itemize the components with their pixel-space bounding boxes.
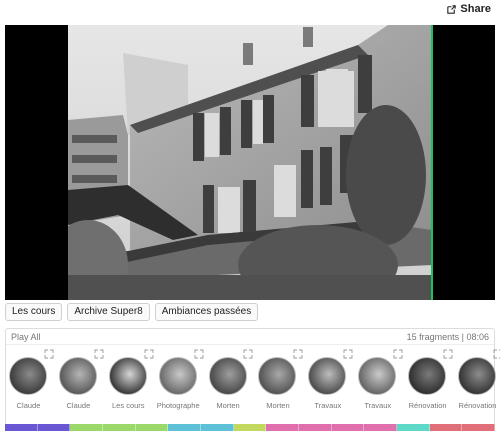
fragment-label: Rénovation — [408, 401, 447, 410]
expand-arrows-icon[interactable] — [493, 349, 500, 359]
timeline-segment[interactable] — [396, 424, 430, 431]
timeline-segment[interactable] — [298, 424, 332, 431]
expand-arrows-icon[interactable] — [144, 349, 154, 359]
video-frame-edge-marker — [431, 25, 433, 300]
fragment-playlist: Play All 15 fragments | 08:06 Claude Clau… — [5, 328, 500, 426]
fragment-item[interactable]: Photographe — [156, 345, 206, 417]
expand-arrows-icon[interactable] — [443, 349, 453, 359]
video-still-building — [68, 25, 432, 300]
share-label: Share — [460, 3, 491, 15]
fragment-label: Rénovation — [458, 401, 497, 410]
play-all-button[interactable]: Play All — [11, 332, 41, 342]
timeline-segment[interactable] — [135, 424, 169, 431]
fragment-label: Claude — [66, 401, 91, 410]
expand-arrows-icon[interactable] — [44, 349, 54, 359]
fragment-thumbnail — [158, 357, 197, 395]
fragment-thumbnail — [258, 357, 297, 395]
timeline-segment[interactable] — [5, 424, 38, 431]
fragment-thumbnail — [58, 357, 97, 395]
timeline-segment[interactable] — [233, 424, 267, 431]
timeline-segment[interactable] — [364, 424, 397, 431]
timeline-segment[interactable] — [168, 424, 201, 431]
fragment-thumbnail — [408, 357, 447, 395]
timeline-segment[interactable] — [429, 424, 463, 431]
timeline-segment[interactable] — [200, 424, 234, 431]
playlist-header: Play All 15 fragments | 08:06 — [6, 329, 494, 345]
fragment-thumbnail — [358, 357, 397, 395]
fragment-label: Travaux — [314, 401, 342, 410]
timeline-segment[interactable] — [37, 424, 71, 431]
fragment-item[interactable]: Rénovation — [455, 345, 500, 417]
video-player[interactable] — [5, 25, 495, 300]
playlist-summary: 15 fragments | 08:06 — [406, 331, 489, 342]
fragment-thumbnail — [108, 357, 147, 395]
fragment-item[interactable]: Claude — [6, 345, 56, 417]
fragment-row: Claude Claude Les cours Photographe Morten Mo… — [6, 345, 500, 410]
share-button[interactable]: Share — [446, 3, 491, 15]
fragment-item[interactable]: Les cours — [106, 345, 156, 417]
fragment-item[interactable]: Rénovation — [405, 345, 455, 417]
expand-arrows-icon[interactable] — [343, 349, 353, 359]
expand-arrows-icon[interactable] — [194, 349, 204, 359]
timeline-segment[interactable] — [266, 424, 299, 431]
expand-arrows-icon[interactable] — [293, 349, 303, 359]
timeline-segment[interactable] — [462, 424, 495, 431]
fragment-item[interactable]: Travaux — [305, 345, 355, 417]
expand-arrows-icon[interactable] — [243, 349, 253, 359]
timeline-segment[interactable] — [70, 424, 103, 431]
video-frame — [68, 25, 432, 300]
external-share-icon — [447, 4, 457, 14]
fragment-item[interactable]: Morten — [255, 345, 305, 417]
fragment-label: Morten — [216, 401, 240, 410]
chip-les-cours[interactable]: Les cours — [5, 303, 63, 321]
collection-chips: Les cours Archive Super8 Ambiances passé… — [5, 303, 259, 321]
fragment-item[interactable]: Travaux — [355, 345, 405, 417]
fragment-label: Travaux — [364, 401, 392, 410]
expand-arrows-icon[interactable] — [94, 349, 104, 359]
fragment-item[interactable]: Morten — [206, 345, 256, 417]
fragment-label: Claude — [16, 401, 41, 410]
timeline-segment[interactable] — [102, 424, 136, 431]
chip-archive-super8[interactable]: Archive Super8 — [67, 303, 150, 321]
timeline-segment[interactable] — [331, 424, 365, 431]
fragment-thumbnail — [308, 357, 347, 395]
expand-arrows-icon[interactable] — [393, 349, 403, 359]
fragment-label: Les cours — [112, 401, 145, 410]
fragment-thumbnail — [208, 357, 247, 395]
chip-ambiances-passees[interactable]: Ambiances passées — [154, 303, 259, 321]
fragment-item[interactable]: Claude — [56, 345, 106, 417]
fragment-timeline[interactable] — [5, 424, 495, 431]
fragment-label: Morten — [266, 401, 290, 410]
fragment-thumbnail — [9, 357, 47, 395]
fragment-thumbnail — [458, 357, 497, 395]
fragment-label: Photographe — [156, 401, 200, 410]
